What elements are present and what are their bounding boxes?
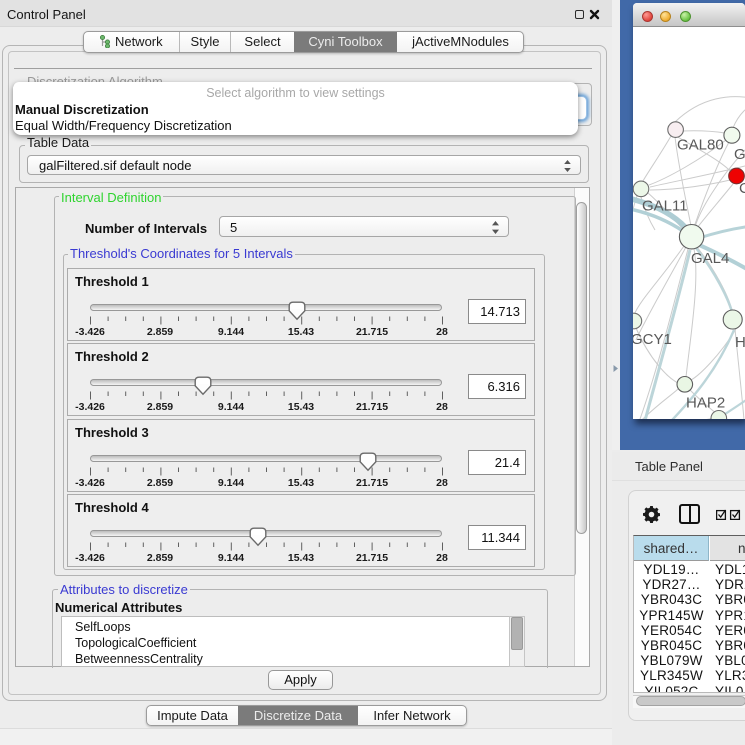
svg-text:GA: GA: [734, 146, 745, 163]
svg-text:C: C: [739, 180, 745, 197]
svg-text:GAL11: GAL11: [642, 198, 688, 215]
svg-text:HAP2: HAP2: [686, 395, 725, 412]
svg-text:GAL80: GAL80: [677, 137, 724, 154]
svg-text:GAL4: GAL4: [691, 250, 729, 267]
svg-text:H: H: [735, 334, 745, 351]
svg-text:GCY1: GCY1: [633, 331, 672, 348]
